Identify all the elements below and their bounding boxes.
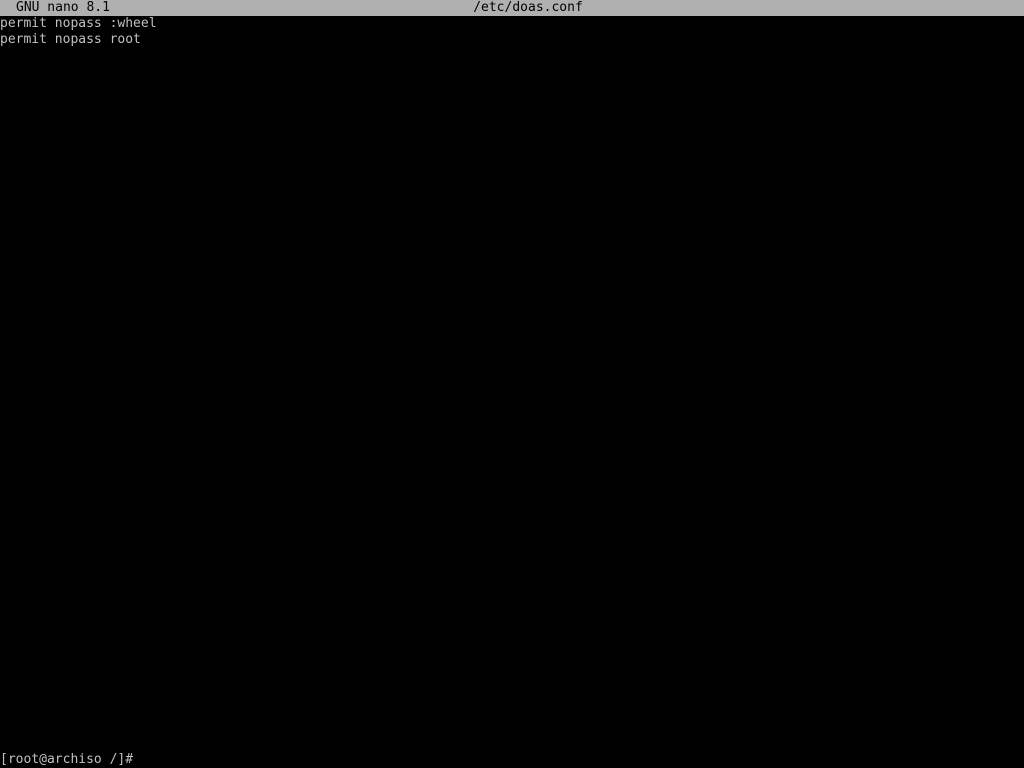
nano-title-bar: GNU nano 8.1 /etc/doas.conf [0,0,1024,16]
buffer-line[interactable]: permit nopass :wheel [0,16,1024,32]
edit-buffer[interactable]: permit nopass :wheel permit nopass root [0,16,1024,48]
file-name: /etc/doas.conf [473,0,583,15]
shell-prompt[interactable]: [root@archiso /]# [0,752,133,768]
terminal-screen[interactable]: GNU nano 8.1 /etc/doas.conf permit nopas… [0,0,1024,768]
buffer-line[interactable]: permit nopass root [0,32,1024,48]
